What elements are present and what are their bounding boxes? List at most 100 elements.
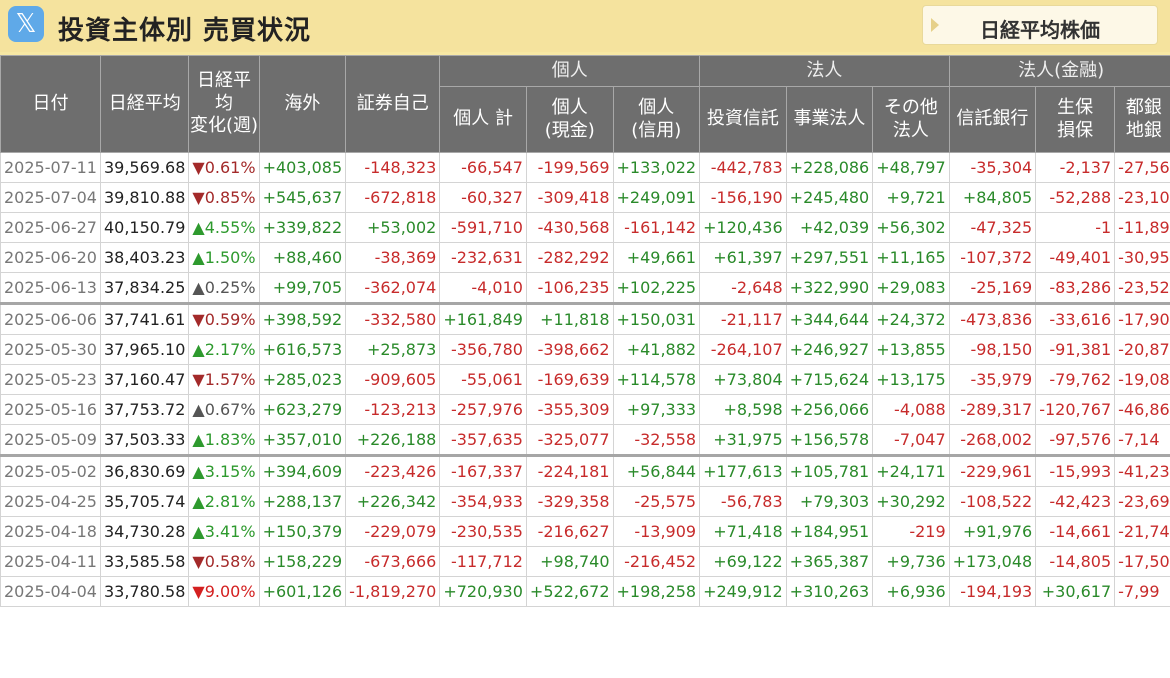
- cell-business: +344,644: [785, 302, 874, 335]
- col-header-date[interactable]: 日付: [0, 55, 101, 153]
- col-header-nikkei[interactable]: 日経平均: [99, 55, 190, 153]
- cell-city-bank: -20,87: [1114, 334, 1170, 365]
- cell-change: ▲0.25%: [188, 272, 260, 304]
- nikkei-average-button[interactable]: 日経平均株価: [922, 5, 1158, 45]
- cell-date: 2025-06-13: [0, 272, 101, 304]
- table-row[interactable]: 2025-04-04 33,780.58 ▼9.00% +601,126 -1,819,…: [0, 576, 1170, 607]
- col-header-proprietary[interactable]: 証券自己: [345, 55, 441, 153]
- table-row[interactable]: 2025-05-02 36,830.69 ▲3.15% +394,609 -223,42…: [0, 454, 1170, 487]
- cell-insurance: -14,805: [1035, 546, 1116, 577]
- cell-ind-margin: +198,258: [612, 576, 701, 607]
- cell-business: +105,781: [785, 454, 874, 487]
- cell-nikkei: 37,753.72: [99, 394, 190, 425]
- change-percent: 2.81%: [204, 492, 256, 511]
- cell-nikkei: 37,503.33: [99, 424, 190, 456]
- table-row[interactable]: 2025-04-18 34,730.28 ▲3.41% +150,379 -229,07…: [0, 516, 1170, 547]
- col-header-other-corp-line2: 法人: [892, 119, 929, 141]
- cell-other: +29,083: [872, 272, 950, 304]
- table-row[interactable]: 2025-05-16 37,753.72 ▲0.67% +623,279 -123,21…: [0, 394, 1170, 425]
- cell-ind-margin: +49,661: [612, 242, 701, 273]
- table-row[interactable]: 2025-05-30 37,965.10 ▲2.17% +616,573 +25,873…: [0, 334, 1170, 365]
- table-row[interactable]: 2025-04-11 33,585.58 ▼0.58% +158,229 -673,66…: [0, 546, 1170, 577]
- table-row[interactable]: 2025-06-20 38,403.23 ▲1.50% +88,460 -38,369-…: [0, 242, 1170, 273]
- cell-foreign: +88,460: [258, 242, 347, 273]
- cell-change: ▼0.59%: [188, 302, 260, 335]
- table-row[interactable]: 2025-05-09 37,503.33 ▲1.83% +357,010 +226,18…: [0, 424, 1170, 456]
- cell-change: ▲0.67%: [188, 394, 260, 425]
- col-header-other-corp[interactable]: その他 法人: [872, 86, 950, 153]
- cell-other: +6,936: [872, 576, 950, 607]
- cell-insurance: -120,767: [1035, 394, 1116, 425]
- cell-foreign: +601,126: [258, 576, 347, 607]
- cell-proprietary: -148,323: [345, 152, 441, 183]
- col-header-investment-trust[interactable]: 投資信託: [699, 86, 787, 153]
- col-header-business-corp[interactable]: 事業法人: [785, 86, 874, 153]
- cell-date: 2025-05-16: [0, 394, 101, 425]
- col-header-change[interactable]: 日経平均 変化(週): [188, 55, 260, 153]
- cell-city-bank: -27,56: [1114, 152, 1170, 183]
- col-header-other-corp-line1: その他: [883, 97, 938, 118]
- cell-nikkei: 37,741.61: [99, 302, 190, 335]
- table-row[interactable]: 2025-04-25 35,705.74 ▲2.81% +288,137 +226,34…: [0, 486, 1170, 517]
- table-row[interactable]: 2025-06-06 37,741.61 ▼0.59% +398,592 -332,58…: [0, 302, 1170, 335]
- cell-proprietary: -673,666: [345, 546, 441, 577]
- col-header-insurance[interactable]: 生保 損保: [1035, 86, 1116, 153]
- col-header-trust-bank[interactable]: 信託銀行: [948, 86, 1037, 153]
- investor-trading-table: 日付 日経平均 日経平均 変化(週) 海外 証券自己 個人 法人 法人(金融) …: [0, 55, 1170, 607]
- cell-trust-bank: -25,169: [948, 272, 1037, 304]
- cell-ind-margin: +56,844: [612, 454, 701, 487]
- table-row[interactable]: 2025-06-27 40,150.79 ▲4.55% +339,822 +53,002…: [0, 212, 1170, 243]
- cell-proprietary: -362,074: [345, 272, 441, 304]
- arrow-down-icon: ▼: [192, 582, 205, 601]
- table-row[interactable]: 2025-05-23 37,160.47 ▼1.57% +285,023 -909,60…: [0, 364, 1170, 395]
- cell-foreign: +616,573: [258, 334, 347, 365]
- cell-proprietary: -1,819,270: [345, 576, 441, 607]
- cell-foreign: +288,137: [258, 486, 347, 517]
- investor-trading-table-container[interactable]: 日付 日経平均 日経平均 変化(週) 海外 証券自己 個人 法人 法人(金融) …: [0, 55, 1170, 678]
- cell-city-bank: -41,23: [1114, 454, 1170, 487]
- cell-date: 2025-05-02: [0, 454, 101, 487]
- cell-ind-margin: +41,882: [612, 334, 701, 365]
- col-header-individual-margin-line1: 個人: [638, 97, 675, 118]
- col-header-city-bank[interactable]: 都銀 地銀: [1114, 86, 1170, 153]
- cell-business: +156,578: [785, 424, 874, 456]
- cell-other: +11,165: [872, 242, 950, 273]
- cell-foreign: +357,010: [258, 424, 347, 456]
- cell-business: +184,951: [785, 516, 874, 547]
- cell-city-bank: -17,50: [1114, 546, 1170, 577]
- group-header-financial: 法人(金融): [948, 55, 1170, 87]
- col-header-individual-cash[interactable]: 個人 (現金): [525, 86, 614, 153]
- cell-ind-margin: +114,578: [612, 364, 701, 395]
- col-header-foreign[interactable]: 海外: [258, 55, 347, 153]
- cell-nikkei: 34,730.28: [99, 516, 190, 547]
- arrow-up-icon: ▲: [192, 248, 205, 267]
- col-header-change-line1: 日経平均: [196, 70, 251, 114]
- cell-other: -7,047: [872, 424, 950, 456]
- cell-date: 2025-05-09: [0, 424, 101, 456]
- col-header-individual-margin[interactable]: 個人 (信用): [612, 86, 701, 153]
- cell-business: +310,263: [785, 576, 874, 607]
- col-header-individual-cash-line1: 個人: [551, 97, 588, 118]
- cell-ind-cash: -355,309: [525, 394, 614, 425]
- cell-inv-trust: +71,418: [699, 516, 787, 547]
- x-logo-icon[interactable]: 𝕏: [8, 6, 44, 42]
- change-percent: 3.15%: [204, 462, 256, 481]
- table-row[interactable]: 2025-06-13 37,834.25 ▲0.25% +99,705 -362,074…: [0, 272, 1170, 304]
- cell-business: +322,990: [785, 272, 874, 304]
- cell-business: +715,624: [785, 364, 874, 395]
- cell-date: 2025-07-11: [0, 152, 101, 183]
- cell-ind-margin: +97,333: [612, 394, 701, 425]
- col-header-individual-total[interactable]: 個人 計: [439, 86, 527, 153]
- cell-trust-bank: -473,836: [948, 302, 1037, 335]
- cell-proprietary: -672,818: [345, 182, 441, 213]
- table-row[interactable]: 2025-07-11 39,569.68 ▼0.61% +403,085 -148,32…: [0, 152, 1170, 183]
- cell-other: +9,721: [872, 182, 950, 213]
- cell-trust-bank: -194,193: [948, 576, 1037, 607]
- cell-city-bank: -23,52: [1114, 272, 1170, 304]
- cell-insurance: -14,661: [1035, 516, 1116, 547]
- cell-change: ▼1.57%: [188, 364, 260, 395]
- table-row[interactable]: 2025-07-04 39,810.88 ▼0.85% +545,637 -672,81…: [0, 182, 1170, 213]
- cell-inv-trust: -56,783: [699, 486, 787, 517]
- cell-foreign: +398,592: [258, 302, 347, 335]
- cell-nikkei: 36,830.69: [99, 454, 190, 487]
